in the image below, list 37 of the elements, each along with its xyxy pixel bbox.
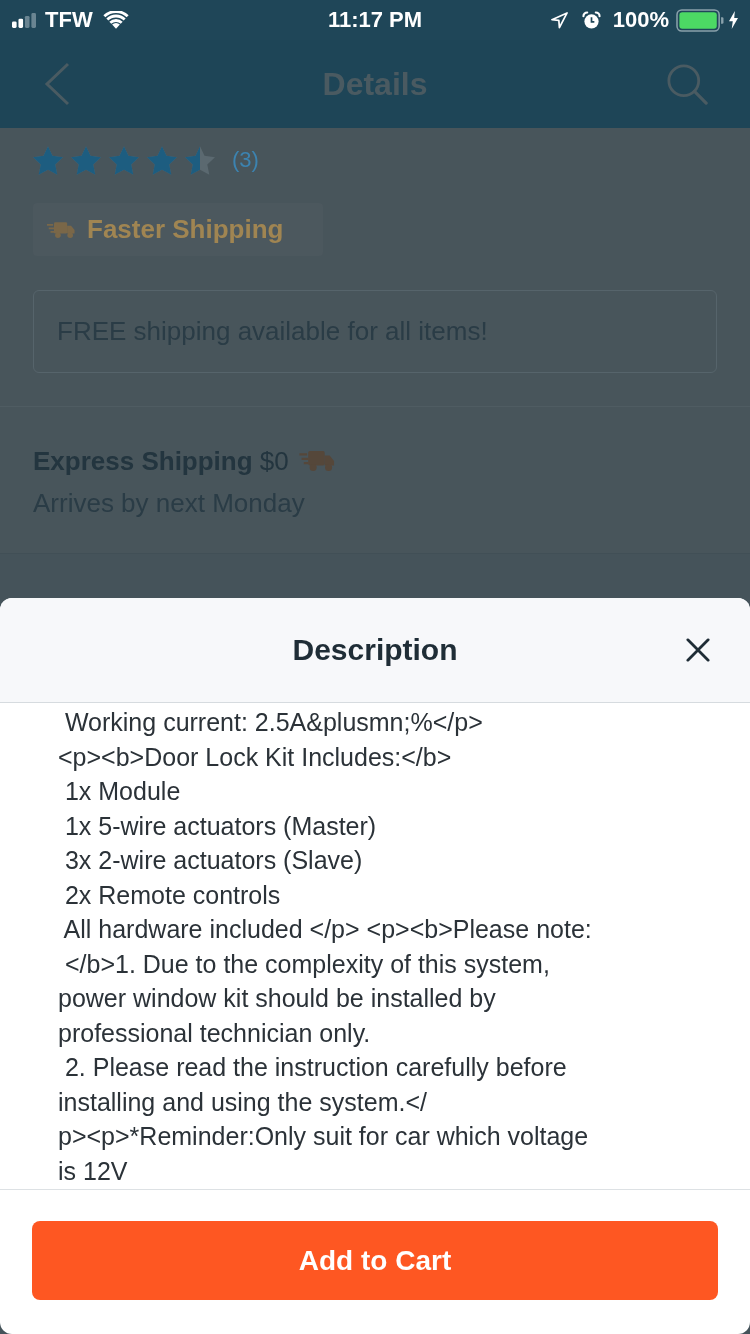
star-icon xyxy=(33,145,63,175)
star-icon xyxy=(185,145,215,175)
battery-icon xyxy=(676,8,724,32)
charging-bolt-icon xyxy=(729,11,738,29)
description-line: 3x 2-wire actuators (Slave) xyxy=(63,845,363,876)
wifi-icon xyxy=(102,10,129,30)
truck-icon xyxy=(298,450,335,472)
description-line: professional technician only. xyxy=(58,1017,371,1049)
truck-icon xyxy=(47,220,75,239)
description-line: p><p>*Reminder:Only suit for car which voltage xyxy=(58,1121,589,1152)
signal-icon xyxy=(12,12,36,28)
star-icon xyxy=(109,145,139,175)
add-to-cart-button[interactable]: Add to Cart xyxy=(32,1221,718,1300)
close-icon[interactable] xyxy=(686,638,710,662)
carrier-name: TFW xyxy=(45,7,93,33)
description-line: 1x 5-wire actuators (Master) xyxy=(63,810,377,842)
description-line: <p><b>Door Lock Kit Includes:</b> xyxy=(58,741,452,773)
description-line: Working current: 2.5A&plusmn;%</p> xyxy=(63,707,483,738)
location-arrow-icon xyxy=(550,11,568,29)
description-line: installing and using the system.</ xyxy=(58,1086,427,1118)
description-line: 2. Please read the instruction carefully before xyxy=(63,1052,567,1083)
back-icon[interactable] xyxy=(44,62,70,106)
sheet-title: Description xyxy=(292,633,458,667)
description-line: 2x Remote controls xyxy=(63,879,281,911)
description-line: </b>1. Due to the complexity of this system, xyxy=(63,948,550,980)
star-icon xyxy=(71,145,101,175)
review-count: (3) xyxy=(232,147,259,173)
description-line: All hardware included </p> <p><b>Please note: xyxy=(62,914,592,945)
battery-percentage: 100% xyxy=(612,7,669,33)
description-line: is 12V xyxy=(58,1155,128,1187)
star-icon xyxy=(147,145,177,175)
search-icon[interactable] xyxy=(667,63,708,105)
badge-label: Faster Shipping xyxy=(87,214,284,245)
alarm-clock-icon xyxy=(581,10,601,30)
description-line: 1x Module xyxy=(63,776,181,807)
clock-time: 11:17 PM xyxy=(327,7,423,33)
description-line: power window kit should be installed by xyxy=(58,983,496,1014)
